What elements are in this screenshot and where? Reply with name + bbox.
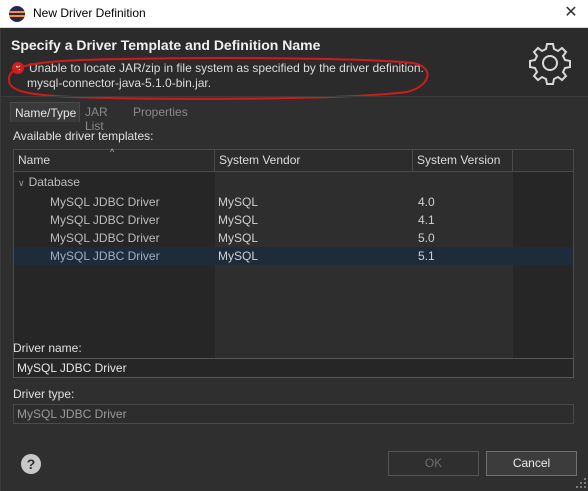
title-bar: New Driver Definition ✕ bbox=[0, 0, 588, 28]
collapse-caret-icon[interactable]: ∨ bbox=[18, 178, 25, 188]
table-header: ^ Name System Vendor System Version bbox=[14, 147, 573, 172]
help-icon[interactable]: ? bbox=[21, 454, 41, 474]
ok-button[interactable]: OK bbox=[388, 451, 479, 476]
tab-name-type[interactable]: Name/Type bbox=[10, 102, 80, 122]
window-title: New Driver Definition bbox=[33, 6, 146, 20]
tab-properties[interactable]: Properties bbox=[129, 102, 191, 122]
sort-caret-icon: ^ bbox=[110, 147, 115, 157]
column-header-vendor[interactable]: System Vendor bbox=[215, 150, 413, 171]
table-row-selected[interactable]: MySQL JDBC Driver MySQL 5.1 bbox=[14, 247, 573, 265]
table-row[interactable]: MySQL JDBC Driver MySQL 4.1 bbox=[14, 211, 573, 229]
templates-label: Available driver templates: bbox=[13, 129, 154, 143]
gear-icon bbox=[529, 43, 571, 85]
tree-group-database[interactable]: ∨ Database bbox=[18, 175, 80, 193]
driver-type-label: Driver type: bbox=[13, 387, 75, 401]
table-row[interactable]: MySQL JDBC Driver MySQL 4.0 bbox=[14, 193, 573, 211]
table-row[interactable]: MySQL JDBC Driver MySQL 5.0 bbox=[14, 229, 573, 247]
cancel-button[interactable]: Cancel bbox=[486, 451, 577, 476]
driver-type-field bbox=[13, 404, 574, 424]
tab-jar-list[interactable]: JAR List bbox=[81, 102, 129, 133]
dialog-body: Specify a Driver Template and Definition… bbox=[0, 28, 588, 491]
column-header-name[interactable]: ^ Name bbox=[14, 147, 215, 171]
driver-name-input[interactable] bbox=[13, 358, 574, 378]
eclipse-icon bbox=[9, 6, 25, 22]
dialog-header: Specify a Driver Template and Definition… bbox=[1, 28, 588, 100]
close-icon[interactable]: ✕ bbox=[560, 3, 582, 23]
driver-name-label: Driver name: bbox=[13, 341, 82, 355]
column-header-version[interactable]: System Version bbox=[413, 150, 513, 171]
header-divider bbox=[1, 96, 588, 97]
driver-templates-table[interactable]: ^ Name System Vendor System Version ∨ Dat… bbox=[13, 147, 574, 361]
resize-grip-icon[interactable] bbox=[575, 477, 587, 489]
